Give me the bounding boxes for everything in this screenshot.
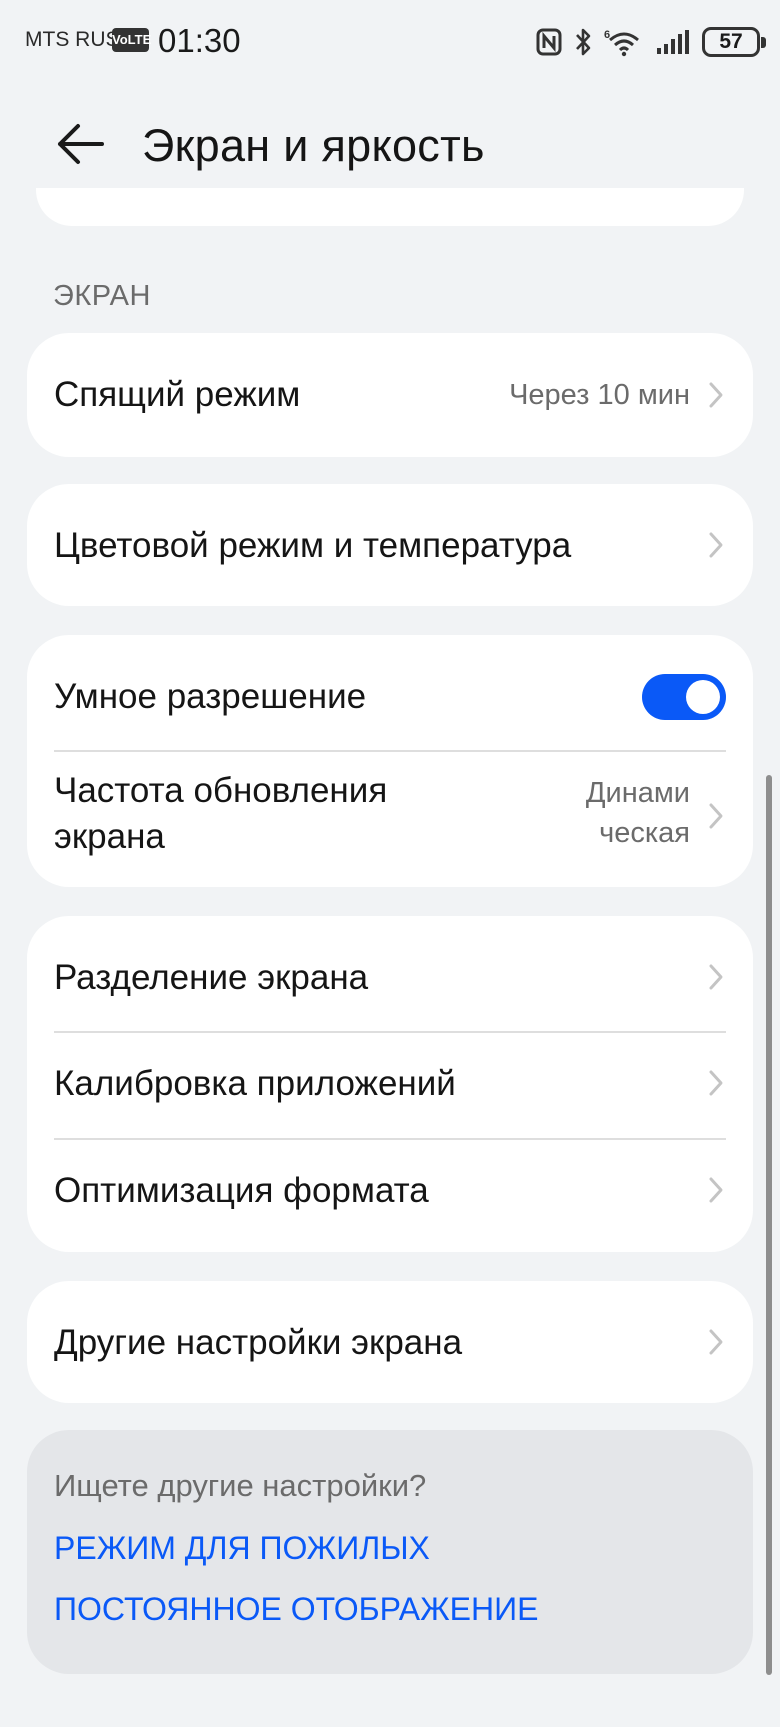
previous-card-bottom: [36, 188, 744, 226]
chevron-right-icon: [709, 382, 723, 408]
card-display-features: Разделение экрана Калибровка приложений …: [27, 916, 753, 1252]
app-calibration-label: Калибровка приложений: [54, 1064, 456, 1103]
always-on-display-link[interactable]: ПОСТОЯННОЕ ОТОБРАЖЕНИЕ: [54, 1591, 538, 1628]
sleep-value: Через 10 мин: [509, 379, 690, 411]
suggestions-card: Ищете другие настройки? РЕЖИМ ДЛЯ ПОЖИЛЫ…: [27, 1430, 753, 1674]
refresh-rate-value-line2: ческая: [599, 817, 690, 849]
split-screen-row[interactable]: Разделение экрана: [27, 916, 753, 1031]
volte-badge: VoLTE: [112, 28, 151, 52]
card-resolution: Умное разрешение Частота обновления экра…: [27, 635, 753, 887]
section-label-screen: ЭКРАН: [53, 280, 151, 312]
format-optimization-label: Оптимизация формата: [54, 1171, 429, 1210]
app-calibration-row[interactable]: Калибровка приложений: [27, 1032, 753, 1138]
sleep-label: Спящий режим: [54, 375, 301, 414]
toggle-knob: [686, 680, 720, 714]
chevron-right-icon: [709, 1329, 723, 1355]
page-title: Экран и яркость: [142, 120, 485, 171]
other-settings-row[interactable]: Другие настройки экрана: [27, 1281, 753, 1403]
status-icons: 6 57: [536, 22, 766, 62]
svg-text:6: 6: [604, 29, 610, 41]
color-mode-row[interactable]: Цветовой режим и температура: [27, 484, 753, 606]
nfc-icon: [536, 28, 562, 56]
chevron-right-icon: [709, 532, 723, 558]
suggestions-question: Ищете другие настройки?: [54, 1468, 427, 1503]
format-optimization-row[interactable]: Оптимизация формата: [27, 1139, 753, 1252]
back-button[interactable]: [52, 120, 108, 168]
smart-resolution-toggle[interactable]: [642, 674, 726, 720]
clock: 01:30: [158, 22, 241, 59]
split-screen-label: Разделение экрана: [54, 958, 369, 997]
smart-resolution-label: Умное разрешение: [54, 677, 367, 716]
card-sleep: Спящий режим Через 10 мин: [27, 333, 753, 457]
smart-resolution-row: Умное разрешение: [27, 635, 753, 751]
refresh-rate-label-line2: экрана: [54, 817, 165, 856]
app-bar: Экран и яркость: [0, 100, 780, 190]
status-bar: MTS RUS VoLTE 01:30 6 57: [0, 0, 780, 84]
chevron-right-icon: [709, 1070, 723, 1096]
color-mode-label: Цветовой режим и температура: [54, 526, 572, 565]
other-settings-label: Другие настройки экрана: [54, 1323, 463, 1362]
refresh-rate-row[interactable]: Частота обновления экрана Динами ческая: [27, 751, 753, 887]
battery-icon: 57: [702, 27, 766, 57]
refresh-rate-value-line1: Динами: [585, 777, 690, 809]
refresh-rate-label-line1: Частота обновления: [54, 771, 388, 810]
wifi-6-icon: 6: [604, 29, 639, 57]
arrow-left-icon: [58, 124, 104, 164]
card-other-settings: Другие настройки экрана: [27, 1281, 753, 1403]
chevron-right-icon: [709, 803, 723, 829]
carrier-name: MTS RUS: [25, 28, 120, 51]
bluetooth-icon: [576, 28, 591, 56]
chevron-right-icon: [709, 1177, 723, 1203]
screen: MTS RUS VoLTE 01:30 6 57 Экран и яркость…: [0, 0, 780, 1727]
elderly-mode-link[interactable]: РЕЖИМ ДЛЯ ПОЖИЛЫХ: [54, 1530, 430, 1567]
signal-icon: [657, 30, 689, 54]
chevron-right-icon: [709, 964, 723, 990]
sleep-setting-row[interactable]: Спящий режим Через 10 мин: [27, 333, 753, 457]
scrollbar[interactable]: [766, 775, 772, 1675]
card-color-mode: Цветовой режим и температура: [27, 484, 753, 606]
